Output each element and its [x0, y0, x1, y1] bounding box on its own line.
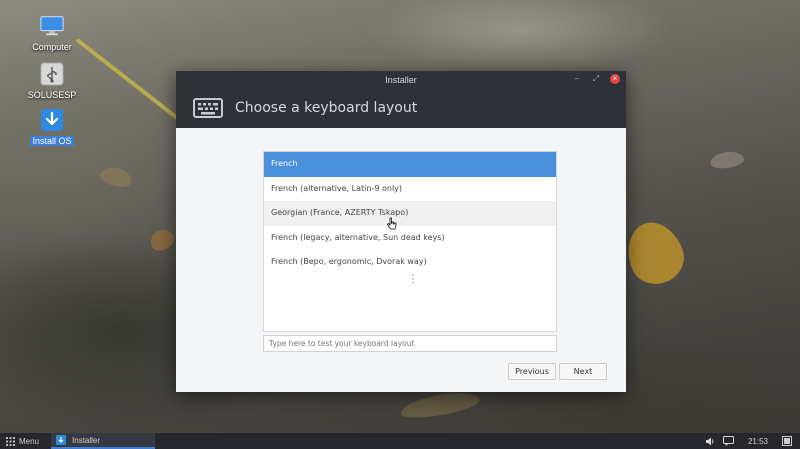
page-title: Choose a keyboard layout: [235, 100, 418, 116]
desktop-icon-label: Computer: [32, 42, 72, 52]
taskbar: Menu Installer 21:53: [0, 433, 800, 449]
menu-label: Menu: [19, 436, 40, 446]
installer-window: Installer – ⤢ × Choose a keyboard layout…: [176, 71, 626, 392]
previous-button[interactable]: Previous: [508, 363, 556, 380]
desktop-icon-install-os[interactable]: Install OS: [22, 108, 82, 146]
install-download-icon: [40, 108, 64, 132]
layout-list-item[interactable]: Georgian (France, AZERTY Tskapo): [264, 201, 556, 226]
keyboard-layout-list[interactable]: French French (alternative, Latin-9 only)…: [263, 151, 557, 332]
window-title: Installer: [385, 74, 417, 85]
menu-button[interactable]: Menu: [0, 433, 45, 449]
taskbar-item-label: Installer: [72, 435, 101, 445]
leaf-decoration: [398, 388, 482, 422]
page-header: Choose a keyboard layout: [176, 88, 626, 128]
notifications-icon[interactable]: [722, 436, 734, 446]
desktop-icon-solusesp[interactable]: SOLUSESP: [22, 62, 82, 100]
layout-list-item[interactable]: French: [264, 152, 556, 177]
leaf-stem-decoration: [75, 38, 181, 122]
close-button[interactable]: ×: [610, 74, 620, 84]
maximize-button[interactable]: ⤢: [591, 74, 601, 84]
desktop-icon-computer[interactable]: Computer: [22, 14, 82, 52]
layout-list-item[interactable]: French (legacy, alternative, Sun dead ke…: [264, 226, 556, 251]
layout-list-item[interactable]: French (Bepo, ergonomic, Dvorak way): [264, 250, 556, 275]
leaf-decoration: [146, 225, 178, 255]
more-options-indicator: ⋮: [408, 274, 418, 285]
clock[interactable]: 21:53: [748, 437, 768, 446]
window-controls: – ⤢ ×: [572, 74, 620, 84]
taskbar-item-installer[interactable]: Installer: [51, 433, 156, 449]
usb-drive-icon: [40, 62, 64, 86]
show-desktop-icon[interactable]: [782, 436, 792, 446]
keyboard-icon: [193, 98, 223, 118]
next-button[interactable]: Next: [559, 363, 607, 380]
volume-icon[interactable]: [705, 437, 715, 446]
leaf-decoration: [98, 164, 134, 190]
layout-list-item[interactable]: French (alternative, Latin-9 only): [264, 177, 556, 202]
desktop-icon-label: SOLUSESP: [27, 90, 77, 100]
leaf-decoration: [709, 149, 745, 171]
desktop-icon-label: Install OS: [30, 136, 74, 146]
apps-grid-icon: [6, 436, 15, 446]
window-titlebar[interactable]: Installer – ⤢ ×: [176, 71, 626, 88]
keyboard-test-input[interactable]: [263, 335, 557, 352]
system-tray: 21:53: [705, 433, 792, 449]
yellow-leaf-decoration: [619, 214, 691, 292]
monitor-icon: [40, 14, 64, 38]
install-download-icon: [56, 435, 67, 445]
mouse-pointer-icon: [387, 217, 397, 230]
minimize-button[interactable]: –: [572, 74, 582, 84]
